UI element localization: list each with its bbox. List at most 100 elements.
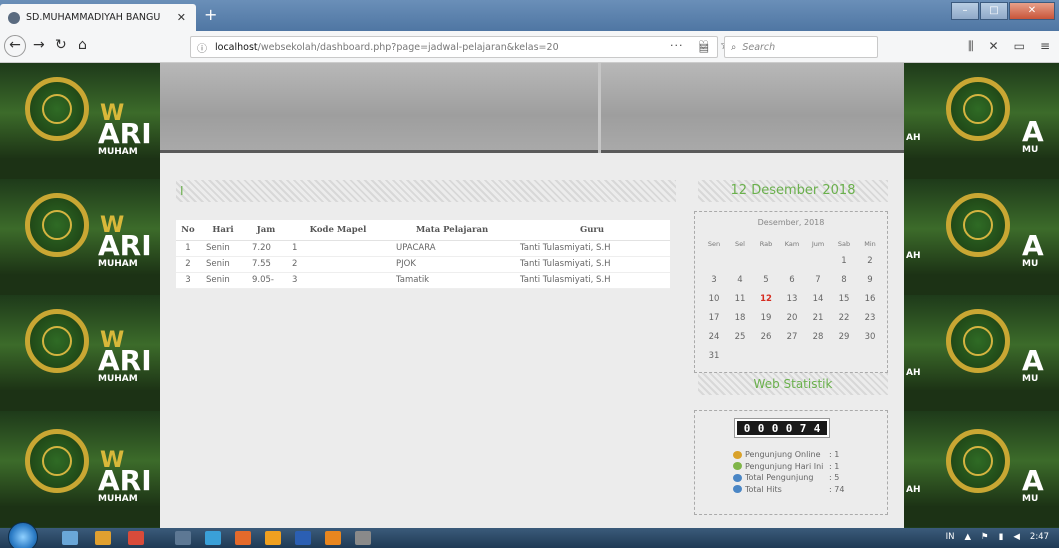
calendar-day[interactable]: 26 xyxy=(753,328,779,347)
table-row: 1 Senin 7.20 1 UPACARA Tanti Tulasmiyati… xyxy=(176,240,670,257)
table-cell: Tanti Tulasmiyati, S.H xyxy=(514,256,670,273)
start-button-icon[interactable] xyxy=(8,522,38,548)
flag-icon[interactable]: ⚑ xyxy=(981,532,989,542)
close-x-icon[interactable]: ✕ xyxy=(989,39,999,54)
page-actions-icon[interactable]: ··· xyxy=(670,39,684,52)
column-header: Jam xyxy=(246,220,286,241)
calendar-day[interactable]: 2 xyxy=(857,252,883,271)
table-cell: 1 xyxy=(286,240,390,257)
library-icon[interactable]: ⫼ xyxy=(968,39,974,54)
calendar-day[interactable]: 17 xyxy=(701,309,727,328)
close-window-icon[interactable]: ✕ xyxy=(1009,2,1055,20)
browser-toolbar: ← → ↻ ⌂ ⓘ localhost/websekolah/dashboard… xyxy=(0,31,1059,63)
main-content: I No Hari Jam Kode Mapel Mata Pelajaran … xyxy=(160,63,904,528)
calendar-day[interactable]: 15 xyxy=(831,290,857,309)
calendar-day[interactable]: 6 xyxy=(779,271,805,290)
word-taskbar-icon[interactable] xyxy=(295,531,311,545)
new-tab-button[interactable]: + xyxy=(204,5,217,24)
calendar-day[interactable]: 9 xyxy=(857,271,883,290)
reload-icon[interactable]: ↻ xyxy=(55,37,67,53)
volume-icon[interactable]: ◀ xyxy=(1013,532,1020,542)
right-background-pattern: AH A MU AH A MU AH A MU AH A MU xyxy=(904,63,1059,528)
table-header-row: No Hari Jam Kode Mapel Mata Pelajaran Gu… xyxy=(176,220,670,241)
minimize-icon[interactable]: – xyxy=(951,2,979,20)
calendar-day[interactable]: 31 xyxy=(701,347,727,366)
calendar-day[interactable]: 13 xyxy=(779,290,805,309)
app-taskbar-icon[interactable] xyxy=(265,531,281,545)
users-today-icon xyxy=(733,462,742,471)
banner-text: ARI MUHAM xyxy=(98,117,152,158)
app-taskbar-icon[interactable] xyxy=(355,531,371,545)
calendar-today[interactable]: 12 xyxy=(753,290,779,309)
calendar-day[interactable]: 8 xyxy=(831,271,857,290)
menu-icon[interactable]: ≡ xyxy=(1040,39,1050,54)
table-cell: 9.05- xyxy=(246,272,286,289)
explorer-taskbar-icon[interactable] xyxy=(62,531,78,545)
browser-tab[interactable]: SD.MUHAMMADIYAH BANGU ✕ xyxy=(0,4,196,31)
maximize-icon[interactable]: □ xyxy=(980,2,1008,20)
calendar-day[interactable]: 11 xyxy=(727,290,753,309)
tab-close-icon[interactable]: ✕ xyxy=(177,11,186,24)
app-taskbar-icon[interactable] xyxy=(128,531,144,545)
forward-arrow-icon[interactable]: → xyxy=(33,37,45,53)
app-taskbar-icon[interactable] xyxy=(175,531,191,545)
calendar-day-header: Sab xyxy=(837,240,851,248)
calendar-day-header: Sen xyxy=(707,240,721,248)
language-indicator[interactable]: IN xyxy=(946,532,955,542)
counter-digit: 0 xyxy=(743,422,751,435)
clock[interactable]: 2:47 xyxy=(1030,532,1049,542)
back-arrow-icon[interactable]: ← xyxy=(4,35,26,57)
stat-row: Total Hits: 74 xyxy=(733,484,844,496)
calendar-day[interactable]: 27 xyxy=(779,328,805,347)
muhammadiyah-emblem-icon xyxy=(946,77,1010,141)
calendar-day[interactable]: 25 xyxy=(727,328,753,347)
url-bar[interactable]: ⓘ localhost/websekolah/dashboard.php?pag… xyxy=(190,36,718,58)
table-cell: 3 xyxy=(286,272,390,289)
counter-digit: 0 xyxy=(771,422,779,435)
calendar-day[interactable]: 30 xyxy=(857,328,883,347)
tray-arrow-icon[interactable]: ▲ xyxy=(965,532,972,542)
calendar-day[interactable]: 10 xyxy=(701,290,727,309)
calendar-day[interactable]: 18 xyxy=(727,309,753,328)
column-header: Kode Mapel xyxy=(286,220,390,241)
home-icon[interactable]: ⌂ xyxy=(78,37,87,53)
pocket-icon[interactable]: ♡ xyxy=(698,38,709,52)
table-cell: 2 xyxy=(286,256,390,273)
system-tray: IN ▲ ⚑ ▮ ◀ 2:47 xyxy=(946,532,1049,542)
network-icon[interactable]: ▮ xyxy=(999,532,1004,542)
class-heading: I xyxy=(176,180,676,202)
table-cell: 7.20 xyxy=(246,240,286,257)
calendar-day[interactable]: 21 xyxy=(805,309,831,328)
calendar-day[interactable]: 20 xyxy=(779,309,805,328)
muhammadiyah-emblem-icon xyxy=(25,77,89,141)
calendar-day[interactable]: 16 xyxy=(857,290,883,309)
header-banner-image xyxy=(160,63,904,153)
calendar-day[interactable]: 5 xyxy=(753,271,779,290)
sidebar-icon[interactable]: ▭ xyxy=(1014,39,1025,54)
calendar-day[interactable]: 24 xyxy=(701,328,727,347)
stat-row: Total Pengunjung: 5 xyxy=(733,472,844,484)
app-taskbar-icon[interactable] xyxy=(235,531,251,545)
table-cell: UPACARA xyxy=(390,240,514,257)
calendar-day[interactable]: 22 xyxy=(831,309,857,328)
calendar-day[interactable]: 29 xyxy=(831,328,857,347)
banner-text: AH xyxy=(906,133,921,143)
chrome-taskbar-icon[interactable] xyxy=(205,531,221,545)
muhammadiyah-emblem-icon xyxy=(25,193,89,257)
calendar-day[interactable]: 14 xyxy=(805,290,831,309)
calendar-day[interactable]: 23 xyxy=(857,309,883,328)
calendar-day[interactable]: 3 xyxy=(701,271,727,290)
firefox-taskbar-icon[interactable] xyxy=(325,531,341,545)
table-cell: Tamatik xyxy=(390,272,514,289)
calendar-day[interactable]: 19 xyxy=(753,309,779,328)
info-icon[interactable]: ⓘ xyxy=(197,40,207,55)
calendar-day[interactable]: 4 xyxy=(727,271,753,290)
banner-text: ARI MUHAM xyxy=(98,344,152,385)
search-input[interactable]: ⌕ Search xyxy=(724,36,878,58)
toolbar-right-buttons: ⫼ ✕ ▭ ≡ xyxy=(968,39,1050,54)
calendar-day[interactable]: 28 xyxy=(805,328,831,347)
calendar-day[interactable]: 1 xyxy=(831,252,857,271)
calendar-day[interactable]: 7 xyxy=(805,271,831,290)
media-taskbar-icon[interactable] xyxy=(95,531,111,545)
muhammadiyah-emblem-icon xyxy=(25,309,89,373)
